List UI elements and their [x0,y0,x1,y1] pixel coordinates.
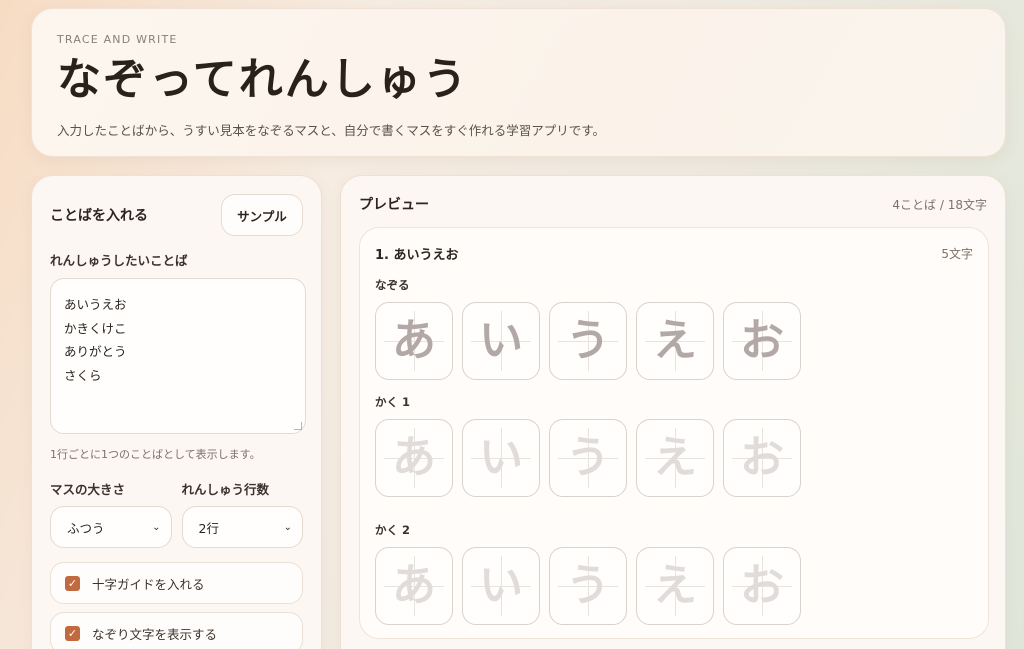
trace-checkbox-label: なぞり文字を表示する [92,626,218,642]
trace-glyph: お [740,315,784,366]
word-line: かきくけこ [64,320,127,336]
cell-size-label: マスの大きさ [50,482,126,497]
guide-checkbox-label: 十字ガイドを入れる [92,576,205,592]
trace-glyph: え [653,315,697,366]
practice-rows-select[interactable]: 2行 ⌄ [181,506,303,548]
write2-row-label: かく 2 [375,523,411,537]
trace-cell: え [636,302,714,380]
write-cell: え [636,419,714,497]
guide-glyph: う [566,432,610,483]
input-panel: ことばを入れる サンプル れんしゅうしたいことば あいうえお かきくけこ ありが… [31,175,322,649]
preview-title: プレビュー [359,197,429,213]
cell-size-value: ふつう [67,520,105,536]
trace-cell: う [549,302,627,380]
word-card: 1. あいうえお 5文字 なぞる あ い う え お かく 1 あ い う え … [359,227,989,639]
eyebrow-text: TRACE AND WRITE [57,33,178,46]
write-cell: い [462,547,540,625]
guide-checkbox-row[interactable]: ✓ 十字ガイドを入れる [50,562,303,604]
write-cell: あ [375,419,453,497]
write-cell: い [462,419,540,497]
words-hint: 1行ごとに1つのことばとして表示します。 [50,448,261,461]
words-label: れんしゅうしたいことば [50,253,188,268]
guide-glyph: お [740,560,784,611]
trace-glyph: い [479,315,523,366]
guide-glyph: お [740,432,784,483]
word-line: ありがとう [64,344,127,359]
trace-row-label: なぞる [375,278,410,292]
guide-glyph: う [566,560,610,611]
word-line: さくら [64,367,102,383]
write1-row-label: かく 1 [375,395,411,409]
trace-cell: お [723,302,801,380]
chevron-down-icon: ⌄ [283,521,292,533]
trace-checkbox[interactable]: ✓ [65,625,80,641]
resize-handle[interactable] [294,422,302,430]
guide-glyph: あ [392,560,436,611]
preview-summary: 4ことば / 18文字 [892,197,987,212]
chevron-down-icon: ⌄ [152,521,161,533]
preview-panel: プレビュー 4ことば / 18文字 1. あいうえお 5文字 なぞる あ い う… [340,175,1006,649]
guide-glyph: あ [392,432,436,483]
guide-glyph: い [479,560,523,611]
word-card-title: 1. あいうえお [375,248,459,263]
cell-size-select[interactable]: ふつう ⌄ [50,506,172,548]
guide-glyph: い [479,432,523,483]
write-cell: う [549,547,627,625]
guide-glyph: え [653,560,697,611]
word-line: あいうえお [64,297,127,312]
word-char-count: 5文字 [941,247,973,261]
trace-row: あ い う え お [375,302,973,380]
practice-rows-label: れんしゅう行数 [181,482,270,497]
write-cell: お [723,547,801,625]
trace-cell: あ [375,302,453,380]
write-cell: え [636,547,714,625]
page-title: なぞってれんしゅう [57,54,469,105]
hero-header: TRACE AND WRITE なぞってれんしゅう 入力したことばから、うすい見… [31,8,1006,157]
trace-glyph: あ [392,315,436,366]
input-panel-title: ことばを入れる [50,208,148,224]
practice-rows-value: 2行 [198,520,219,536]
sample-button[interactable]: サンプル [221,194,303,236]
page-description: 入力したことばから、うすい見本をなぞるマスと、自分で書くマスをすぐ作れる学習アプ… [57,123,606,138]
write-cell: う [549,419,627,497]
guide-glyph: え [653,432,697,483]
write-cell: あ [375,547,453,625]
write-cell: お [723,419,801,497]
guide-checkbox[interactable]: ✓ [65,575,80,591]
write2-row: あ い う え お [375,547,973,625]
trace-checkbox-row[interactable]: ✓ なぞり文字を表示する [50,612,303,649]
trace-cell: い [462,302,540,380]
words-textarea[interactable]: あいうえお かきくけこ ありがとう さくら [50,278,306,434]
trace-glyph: う [566,315,610,366]
write1-row: あ い う え お [375,419,973,497]
